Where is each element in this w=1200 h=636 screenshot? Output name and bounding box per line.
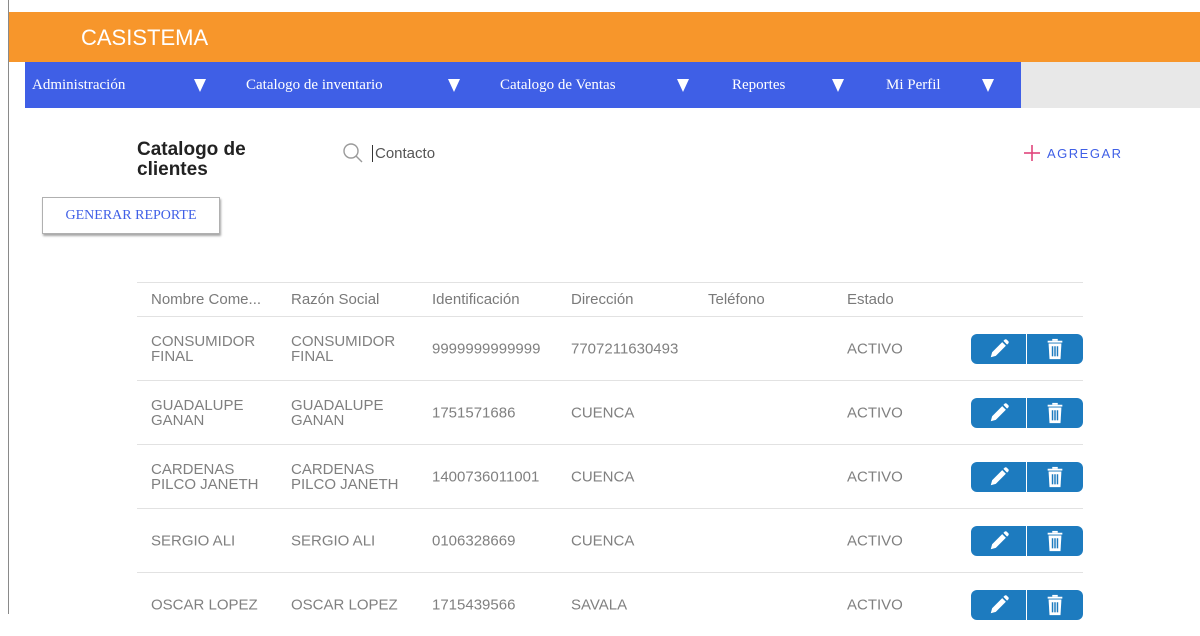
nav-caret-mi-perfil[interactable] [962, 62, 1014, 108]
cell-razon-social: CARDENAS PILCO JANETH [291, 460, 399, 493]
caret-down-icon [677, 78, 689, 92]
delete-button[interactable] [1027, 589, 1083, 620]
header-direccion[interactable]: Dirección [571, 291, 634, 308]
row-actions [971, 525, 1083, 556]
table-row: SERGIO ALI SERGIO ALI 0106328669 CUENCA … [137, 509, 1083, 573]
cell-nombre: OSCAR LOPEZ [151, 596, 258, 613]
page-title: Catalogo de clientes [137, 139, 246, 180]
table-header: Nombre Come... Razón Social Identificaci… [137, 282, 1083, 317]
row-actions [971, 589, 1083, 620]
plus-icon [1024, 145, 1040, 161]
trash-icon [1047, 338, 1063, 359]
cell-razon-social: OSCAR LOPEZ [291, 596, 398, 613]
app-window: CASISTEMA Administración Catalogo de inv… [0, 0, 1200, 620]
delete-button[interactable] [1027, 461, 1083, 492]
header-identificacion[interactable]: Identificación [432, 291, 520, 308]
clients-table: Nombre Come... Razón Social Identificaci… [137, 282, 1083, 636]
cell-direccion: CUENCA [571, 404, 635, 421]
nav-item-reportes[interactable]: Reportes [732, 62, 785, 108]
pencil-icon [990, 338, 1009, 357]
cell-identificacion: 0106328669 [432, 532, 516, 549]
trash-icon [1047, 530, 1063, 551]
cell-razon-social: GUADALUPE GANAN [291, 396, 384, 429]
pencil-icon [990, 466, 1009, 485]
cell-estado: ACTIVO [847, 596, 903, 613]
nav-label: Administración [32, 76, 126, 93]
edit-button[interactable] [971, 397, 1027, 428]
search-input[interactable] [372, 144, 575, 162]
row-actions [971, 333, 1083, 364]
nav-item-catalogo-inventario[interactable]: Catalogo de inventario [246, 62, 383, 108]
delete-button[interactable] [1027, 525, 1083, 556]
trash-icon [1047, 402, 1063, 423]
row-actions [971, 397, 1083, 428]
edit-button[interactable] [971, 461, 1027, 492]
cell-direccion: 7707211630493 [571, 340, 679, 357]
nav-caret-catalogo-ventas[interactable] [657, 62, 709, 108]
nav-caret-reportes[interactable] [812, 62, 864, 108]
cell-identificacion: 1751571686 [432, 404, 516, 421]
cell-nombre: CARDENAS PILCO JANETH [151, 460, 259, 493]
edit-button[interactable] [971, 589, 1027, 620]
table-row: CONSUMIDOR FINAL CONSUMIDOR FINAL 999999… [137, 317, 1083, 381]
delete-button[interactable] [1027, 333, 1083, 364]
top-bar: CASISTEMA [9, 12, 1200, 62]
caret-down-icon [194, 78, 206, 92]
cell-nombre: SERGIO ALI [151, 532, 236, 549]
table-row: GUADALUPE GANAN GUADALUPE GANAN 17515716… [137, 381, 1083, 445]
nav-caret-administracion[interactable] [174, 62, 226, 108]
cell-direccion: CUENCA [571, 532, 635, 549]
caret-down-icon [832, 78, 844, 92]
pencil-icon [990, 530, 1009, 549]
cell-direccion: CUENCA [571, 468, 635, 485]
nav-menu: Administración Catalogo de inventario Ca… [25, 62, 1021, 108]
row-actions [971, 461, 1083, 492]
cell-estado: ACTIVO [847, 468, 903, 485]
table-row: CARDENAS PILCO JANETH CARDENAS PILCO JAN… [137, 445, 1083, 509]
trash-icon [1047, 466, 1063, 487]
pencil-icon [990, 402, 1009, 421]
cell-identificacion: 1715439566 [432, 596, 516, 613]
cell-estado: ACTIVO [847, 532, 903, 549]
nav-caret-catalogo-inventario[interactable] [428, 62, 480, 108]
caret-down-icon [448, 78, 460, 92]
nav-label: Reportes [732, 76, 786, 93]
trash-icon [1047, 594, 1063, 615]
delete-button[interactable] [1027, 397, 1083, 428]
edit-button[interactable] [971, 525, 1027, 556]
cell-direccion: SAVALA [571, 596, 628, 613]
header-razon-social[interactable]: Razón Social [291, 291, 379, 308]
nav-item-catalogo-ventas[interactable]: Catalogo de Ventas [500, 62, 616, 108]
cell-identificacion: 1400736011001 [432, 468, 540, 485]
brand-title: CASISTEMA [81, 25, 209, 50]
window-border [8, 0, 9, 614]
header-telefono[interactable]: Teléfono [708, 291, 765, 308]
pencil-icon [990, 594, 1009, 613]
cell-estado: ACTIVO [847, 340, 903, 357]
table-row: OSCAR LOPEZ OSCAR LOPEZ 1715439566 SAVAL… [137, 573, 1083, 636]
search-bar [342, 141, 575, 165]
header-estado[interactable]: Estado [847, 291, 894, 308]
cell-identificacion: 9999999999999 [432, 340, 541, 357]
main-navigation: Administración Catalogo de inventario Ca… [25, 62, 1200, 108]
generate-report-button[interactable]: GENERAR REPORTE [42, 197, 220, 234]
edit-button[interactable] [971, 333, 1027, 364]
cell-razon-social: CONSUMIDOR FINAL [291, 332, 396, 365]
add-label: AGREGAR [1047, 145, 1123, 161]
nav-label: Mi Perfil [886, 76, 941, 93]
header-nombre-comercial[interactable]: Nombre Come... [151, 291, 261, 308]
cell-razon-social: SERGIO ALI [291, 532, 376, 549]
cell-nombre: CONSUMIDOR FINAL [151, 332, 256, 365]
nav-label: Catalogo de inventario [246, 76, 383, 93]
add-button[interactable]: AGREGAR [1022, 140, 1123, 166]
cell-nombre: GUADALUPE GANAN [151, 396, 244, 429]
nav-item-administracion[interactable]: Administración [32, 62, 125, 108]
search-icon [343, 143, 363, 163]
nav-label: Catalogo de Ventas [500, 76, 616, 93]
generate-report-label: GENERAR REPORTE [65, 207, 197, 223]
nav-item-mi-perfil[interactable]: Mi Perfil [886, 62, 941, 108]
cell-estado: ACTIVO [847, 404, 903, 421]
caret-down-icon [982, 78, 994, 92]
